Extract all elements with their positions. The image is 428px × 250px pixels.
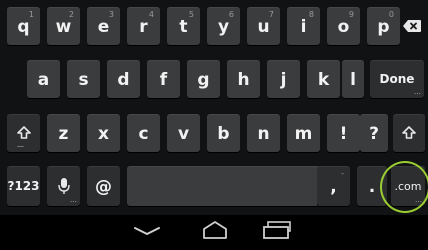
key-hint: 8 (308, 10, 314, 19)
period-label: . (368, 177, 376, 197)
more-dots: … (415, 196, 422, 204)
key-s[interactable]: s (67, 60, 100, 98)
key-z[interactable]: z (47, 114, 80, 152)
more-dots: … (70, 196, 77, 204)
key-label: p (377, 17, 390, 37)
key-hint: 5 (188, 10, 194, 19)
key-label: b (217, 124, 230, 144)
key-label: n (257, 124, 270, 144)
back-icon[interactable] (133, 225, 161, 237)
key-label: e (97, 17, 110, 37)
key-n[interactable]: n (247, 114, 280, 152)
dotcom-key[interactable]: .com … (391, 166, 425, 206)
home-icon[interactable] (202, 220, 228, 240)
key-label: v (177, 124, 190, 144)
at-key[interactable]: @ (87, 166, 120, 206)
shift-icon (16, 126, 31, 139)
navigation-bar (0, 215, 428, 250)
shift-icon (402, 126, 416, 139)
key-label: s (78, 70, 89, 90)
key-label: f (159, 70, 168, 90)
key-f[interactable]: f (147, 60, 180, 98)
key-e[interactable]: 3 e (87, 7, 120, 45)
key-label: y (217, 17, 230, 37)
key-label: z (58, 124, 69, 144)
key-label: x (98, 124, 109, 144)
comma-label: , (330, 177, 337, 197)
key-d[interactable]: d (107, 60, 140, 98)
key-label: r (139, 17, 148, 37)
key-c[interactable]: c (127, 114, 160, 152)
key-k[interactable]: k (307, 60, 340, 98)
key-h[interactable]: h (227, 60, 260, 98)
microphone-icon (57, 178, 70, 194)
key-label: j (280, 70, 287, 90)
done-key[interactable]: Done … (370, 60, 424, 98)
key-question[interactable]: ? (360, 114, 388, 152)
key-o[interactable]: 9 o (327, 7, 360, 45)
key-hint: 1 (28, 10, 34, 19)
shift-key-right[interactable] (393, 114, 425, 152)
key-label: g (197, 70, 210, 90)
shift-key-left[interactable]: — (7, 114, 40, 152)
key-hint: - (341, 169, 344, 178)
comma-key[interactable]: - , (317, 166, 350, 206)
key-u[interactable]: 7 u (247, 7, 280, 45)
key-j[interactable]: j (267, 60, 300, 98)
dotcom-label: .com (394, 179, 422, 193)
soft-keyboard: 1 q 2 w 3 e 4 r 5 t 6 y 7 u 8 i 9 o 0 p (0, 0, 428, 215)
key-p[interactable]: 0 p (367, 7, 400, 45)
key-hint: 0 (388, 10, 394, 19)
key-label: k (317, 70, 330, 90)
key-hint: 9 (348, 10, 354, 19)
key-m[interactable]: m (287, 114, 320, 152)
backspace-icon (403, 20, 421, 32)
key-hint: 7 (268, 10, 274, 19)
key-a[interactable]: a (27, 60, 60, 98)
space-bar[interactable] (127, 166, 320, 206)
key-label: m (294, 124, 313, 144)
key-label: d (117, 70, 130, 90)
key-label: q (17, 17, 30, 37)
key-hint: 2 (68, 10, 74, 19)
at-label: @ (95, 177, 112, 197)
more-dots: … (414, 88, 421, 96)
key-i[interactable]: 8 i (287, 7, 320, 45)
key-label: u (257, 17, 270, 37)
key-label: l (350, 70, 356, 90)
key-label: i (300, 17, 307, 37)
key-label: c (138, 124, 149, 144)
recent-apps-icon[interactable] (262, 220, 296, 240)
key-label: o (337, 17, 350, 37)
key-t[interactable]: 5 t (167, 7, 200, 45)
key-label: ? (369, 124, 379, 144)
key-label: a (37, 70, 50, 90)
key-hint: 6 (228, 10, 234, 19)
key-hint: 4 (148, 10, 154, 19)
key-r[interactable]: 4 r (127, 7, 160, 45)
key-label: ! (339, 124, 348, 144)
key-exclamation[interactable]: ! (327, 114, 360, 152)
key-w[interactable]: 2 w (47, 7, 80, 45)
key-g[interactable]: g (187, 60, 220, 98)
key-hint: 3 (108, 10, 114, 19)
voice-input-key[interactable]: … (47, 166, 80, 206)
done-label: Done (379, 72, 415, 86)
key-l[interactable]: l (342, 60, 364, 98)
more-dots: — (17, 142, 24, 150)
key-b[interactable]: b (207, 114, 240, 152)
key-x[interactable]: x (87, 114, 120, 152)
key-label: t (179, 17, 188, 37)
symbols-label: ?123 (7, 179, 40, 193)
key-label: h (237, 70, 250, 90)
key-q[interactable]: 1 q (7, 7, 40, 45)
key-y[interactable]: 6 y (207, 7, 240, 45)
period-key[interactable]: . (357, 166, 387, 206)
backspace-key[interactable] (398, 7, 426, 45)
key-v[interactable]: v (167, 114, 200, 152)
symbols-key[interactable]: ?123 (7, 166, 40, 206)
key-label: w (55, 17, 72, 37)
